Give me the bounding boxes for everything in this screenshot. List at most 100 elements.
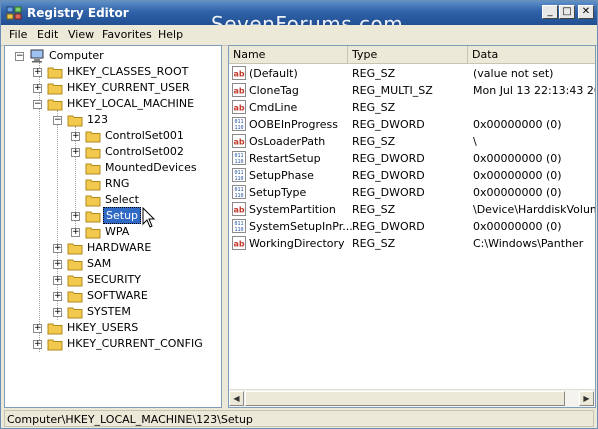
svg-text:ab: ab xyxy=(233,104,244,113)
ab-string-icon: ab xyxy=(232,202,246,216)
expand-icon[interactable]: + xyxy=(53,276,62,285)
expand-icon[interactable]: + xyxy=(33,340,42,349)
value-row[interactable]: ab CloneTag REG_MULTI_SZ Mon Jul 13 22:13:4… xyxy=(229,82,595,99)
value-row[interactable]: ab (Default) REG_SZ (value not set) xyxy=(229,65,595,82)
value-name: OOBEInProgress xyxy=(249,118,338,131)
value-type: REG_DWORD xyxy=(352,169,425,182)
tree-node-sam[interactable]: + SAM xyxy=(5,256,221,272)
value-row[interactable]: 011 110 SystemSetupInPr... REG_DWORD 0x00000… xyxy=(229,218,595,235)
value-row[interactable]: 011 110 RestartSetup REG_DWORD 0x00000000 (0… xyxy=(229,150,595,167)
collapse-icon[interactable]: − xyxy=(53,116,62,125)
close-button[interactable]: ✕ xyxy=(578,5,594,19)
ab-string-icon: ab xyxy=(232,134,246,148)
tree-node-hkcr[interactable]: + HKEY_CLASSES_ROOT xyxy=(5,64,221,80)
expand-icon[interactable]: + xyxy=(53,244,62,253)
tree-label: SOFTWARE xyxy=(87,289,148,302)
minimize-button[interactable]: _ xyxy=(542,5,558,19)
tree-node-hklm[interactable]: − HKEY_LOCAL_MACHINE xyxy=(5,96,221,112)
menu-view[interactable]: View xyxy=(68,28,94,41)
tree-node-system[interactable]: + SYSTEM xyxy=(5,304,221,320)
expand-icon[interactable]: + xyxy=(71,228,80,237)
computer-icon xyxy=(30,49,44,63)
svg-text:110: 110 xyxy=(234,193,243,199)
collapse-icon[interactable]: − xyxy=(15,52,24,61)
tree-label: HKEY_CLASSES_ROOT xyxy=(67,65,189,78)
expand-icon[interactable]: + xyxy=(53,292,62,301)
tree-node-select[interactable]: Select xyxy=(5,192,221,208)
tree-node-computer[interactable]: − Computer xyxy=(5,48,221,64)
scroll-right-icon[interactable]: ▶ xyxy=(579,391,594,406)
folder-icon xyxy=(67,243,83,255)
tree-node-mounteddevices[interactable]: MountedDevices xyxy=(5,160,221,176)
tree-node-hkcc[interactable]: + HKEY_CURRENT_CONFIG xyxy=(5,336,221,352)
tree-label: ControlSet002 xyxy=(105,145,184,158)
svg-text:ab: ab xyxy=(233,240,244,249)
tree-node-software[interactable]: + SOFTWARE xyxy=(5,288,221,304)
column-header-type[interactable]: Type xyxy=(348,46,468,64)
values-list[interactable]: Name Type Data ab (Default) REG_SZ (value n… xyxy=(228,45,596,408)
registry-app-icon xyxy=(6,6,22,20)
value-type: REG_SZ xyxy=(352,135,396,148)
tree-node-hkcu[interactable]: + HKEY_CURRENT_USER xyxy=(5,80,221,96)
expand-icon[interactable]: + xyxy=(71,132,80,141)
tree-label: ControlSet001 xyxy=(105,129,184,142)
tree-node-rng[interactable]: RNG xyxy=(5,176,221,192)
horizontal-scrollbar[interactable]: ◀ ▶ xyxy=(229,389,595,407)
svg-text:110: 110 xyxy=(234,176,243,182)
svg-text:110: 110 xyxy=(234,227,243,233)
menu-edit[interactable]: Edit xyxy=(37,28,58,41)
folder-icon xyxy=(47,339,63,351)
tree-node-123[interactable]: − 123 xyxy=(5,112,221,128)
collapse-icon[interactable]: − xyxy=(33,100,42,109)
binary-dword-icon: 011110 xyxy=(232,151,246,165)
tree-node-controlset001[interactable]: + ControlSet001 xyxy=(5,128,221,144)
svg-text:ab: ab xyxy=(233,87,244,96)
svg-text:ab: ab xyxy=(233,138,244,147)
column-header-name[interactable]: Name xyxy=(229,46,348,64)
tree-node-hku[interactable]: + HKEY_USERS xyxy=(5,320,221,336)
column-header-data[interactable]: Data xyxy=(468,46,595,64)
tree-node-setup[interactable]: + Setup xyxy=(5,207,221,224)
value-row[interactable]: ab CmdLine REG_SZ xyxy=(229,99,595,116)
value-name: SystemPartition xyxy=(249,203,336,216)
svg-text:110: 110 xyxy=(234,159,243,165)
status-bar-path: Computer\HKEY_LOCAL_MACHINE\123\Setup xyxy=(4,410,594,427)
tree-label: HKEY_CURRENT_CONFIG xyxy=(67,337,203,350)
value-row[interactable]: ab WorkingDirectory REG_SZ C:\Windows\Panth… xyxy=(229,235,595,252)
ab-string-icon: ab xyxy=(232,236,246,250)
value-row[interactable]: ab OsLoaderPath REG_SZ \ xyxy=(229,133,595,150)
expand-icon[interactable]: + xyxy=(53,260,62,269)
value-data: \Device\HarddiskVolume1 xyxy=(473,203,595,216)
value-type: REG_DWORD xyxy=(352,220,425,233)
tree-node-controlset002[interactable]: + ControlSet002 xyxy=(5,144,221,160)
tree-label: HARDWARE xyxy=(87,241,152,254)
menu-help[interactable]: Help xyxy=(158,28,183,41)
value-data: 0x00000000 (0) xyxy=(473,169,562,182)
expand-icon[interactable]: + xyxy=(53,308,62,317)
title-bar[interactable]: Registry Editor SevenForums.com _ □ ✕ xyxy=(1,1,597,36)
expand-icon[interactable]: + xyxy=(33,68,42,77)
expand-icon[interactable]: + xyxy=(71,212,80,221)
scroll-thumb[interactable] xyxy=(245,391,565,406)
value-row[interactable]: ab SystemPartition REG_SZ \Device\HarddiskV… xyxy=(229,201,595,218)
value-name: WorkingDirectory xyxy=(249,237,345,250)
expand-icon[interactable]: + xyxy=(71,148,80,157)
menu-file[interactable]: File xyxy=(9,28,27,41)
folder-open-icon xyxy=(67,115,83,127)
expand-icon[interactable]: + xyxy=(33,324,42,333)
value-name: CloneTag xyxy=(249,84,299,97)
tree-node-wpa[interactable]: + WPA xyxy=(5,224,221,240)
maximize-button[interactable]: □ xyxy=(559,5,575,19)
menu-favorites[interactable]: Favorites xyxy=(102,28,152,41)
scroll-left-icon[interactable]: ◀ xyxy=(229,391,244,406)
value-data: (value not set) xyxy=(473,67,554,80)
registry-tree[interactable]: − Computer + HKEY_CLASSES_ROOT + HKEY_CU… xyxy=(4,45,222,408)
tree-label: Computer xyxy=(49,49,104,62)
tree-node-hardware[interactable]: + HARDWARE xyxy=(5,240,221,256)
value-row[interactable]: 011 110 OOBEInProgress REG_DWORD 0x00000000 … xyxy=(229,116,595,133)
expand-icon[interactable]: + xyxy=(33,84,42,93)
value-data: Mon Jul 13 22:13:43 2009 xyxy=(473,84,595,97)
value-row[interactable]: 011 110 SetupPhase REG_DWORD 0x00000000 (0) xyxy=(229,167,595,184)
value-row[interactable]: 011 110 SetupType REG_DWORD 0x00000000 (0) xyxy=(229,184,595,201)
tree-node-security[interactable]: + SECURITY xyxy=(5,272,221,288)
